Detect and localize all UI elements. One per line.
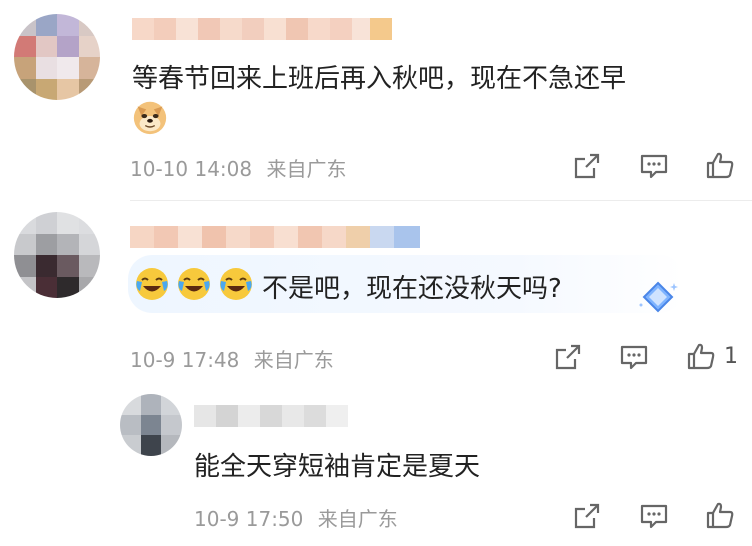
username-blurred[interactable] — [130, 226, 420, 248]
crying-laughing-icon — [176, 266, 212, 302]
username-blurred[interactable] — [132, 18, 394, 40]
comment-icon — [640, 154, 668, 179]
comment-icon — [640, 504, 668, 529]
comment-time: 10-9 17:50 — [194, 507, 304, 531]
share-icon — [574, 153, 600, 179]
reply-button[interactable] — [637, 149, 671, 183]
comment-location: 来自广东 — [317, 507, 398, 531]
thumbs-up-icon — [706, 502, 734, 529]
username-blurred[interactable] — [194, 405, 348, 427]
share-icon — [574, 503, 600, 529]
like-button[interactable] — [703, 498, 737, 532]
share-button[interactable] — [570, 499, 604, 533]
comment-meta: 10-9 17:50 来自广东 — [194, 503, 398, 532]
share-icon — [555, 344, 581, 370]
share-button[interactable] — [570, 149, 604, 183]
thumbs-up-icon — [706, 152, 734, 179]
comment-location: 来自广东 — [266, 157, 347, 181]
like-count: 1 — [724, 344, 738, 369]
reply-button[interactable] — [637, 499, 671, 533]
diamond-badge-icon — [636, 277, 680, 317]
comment-time: 10-10 14:08 — [130, 157, 253, 181]
share-button[interactable] — [551, 340, 585, 374]
divider — [130, 200, 752, 201]
doge-emoji-icon — [131, 98, 169, 136]
comment-meta: 10-10 14:08 来自广东 — [130, 153, 346, 182]
like-button[interactable] — [684, 339, 718, 373]
comment-time: 10-9 17:48 — [130, 348, 240, 372]
crying-laughing-icon — [218, 266, 254, 302]
comment-text: 能全天穿短袖肯定是夏天 — [194, 452, 481, 482]
comment-text: 等春节回来上班后再入秋吧，现在不急还早 — [132, 64, 627, 94]
crying-laughing-icon — [134, 266, 170, 302]
reply-button[interactable] — [617, 340, 651, 374]
comment-icon — [620, 345, 648, 370]
comment-meta: 10-9 17:48 来自广东 — [130, 344, 334, 373]
thumbs-up-icon — [687, 343, 715, 370]
like-button[interactable] — [703, 148, 737, 182]
comment-text: 不是吧，现在还没秋天吗? — [262, 274, 562, 304]
avatar[interactable] — [14, 212, 100, 298]
avatar[interactable] — [120, 394, 182, 456]
comment-location: 来自广东 — [253, 348, 334, 372]
avatar[interactable] — [14, 14, 100, 100]
